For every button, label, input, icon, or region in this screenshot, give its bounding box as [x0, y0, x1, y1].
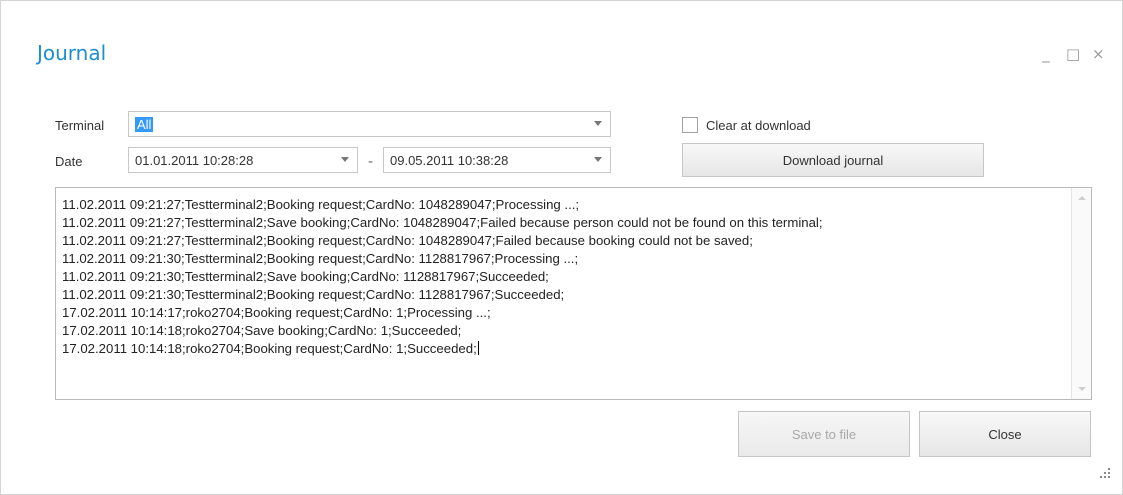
- window-controls: _ □ ×: [1040, 45, 1104, 63]
- window-title: Journal: [37, 41, 107, 65]
- log-line: 17.02.2011 10:14:18;roko2704;Save bookin…: [62, 323, 462, 338]
- text-caret: [477, 341, 479, 355]
- clear-at-download-label: Clear at download: [706, 118, 811, 133]
- minimize-icon[interactable]: _: [1040, 45, 1052, 63]
- save-to-file-label: Save to file: [791, 426, 857, 442]
- log-line: 11.02.2011 09:21:30;Testterminal2;Bookin…: [62, 287, 565, 302]
- journal-log-content: 11.02.2011 09:21:27;Testterminal2;Bookin…: [62, 196, 823, 358]
- log-line: 11.02.2011 09:21:30;Testterminal2;Bookin…: [62, 251, 579, 266]
- terminal-selected-value: All: [135, 117, 154, 132]
- close-button[interactable]: Close: [919, 411, 1091, 457]
- log-line: 17.02.2011 10:14:17;roko2704;Booking req…: [62, 305, 491, 320]
- date-to-value: 09.05.2011 10:38:28: [390, 153, 509, 168]
- scroll-up-icon[interactable]: [1078, 196, 1086, 200]
- chevron-down-icon[interactable]: [594, 121, 602, 126]
- resize-grip-icon[interactable]: [1098, 468, 1110, 480]
- chevron-down-icon[interactable]: [341, 157, 349, 162]
- terminal-select[interactable]: All: [128, 111, 611, 137]
- download-journal-button[interactable]: Download journal: [682, 143, 984, 177]
- close-icon[interactable]: ×: [1092, 45, 1105, 63]
- log-line: 17.02.2011 10:14:18;roko2704;Booking req…: [62, 341, 479, 356]
- clear-at-download-checkbox[interactable]: [682, 117, 698, 133]
- save-to-file-button[interactable]: Save to file: [738, 411, 910, 457]
- log-line: 11.02.2011 09:21:27;Testterminal2;Save b…: [62, 215, 823, 230]
- vertical-scrollbar[interactable]: [1071, 188, 1091, 399]
- journal-window: Journal _ □ × Terminal All Date 01.01.20…: [0, 0, 1123, 495]
- terminal-label: Terminal: [55, 118, 105, 133]
- chevron-down-icon[interactable]: [594, 157, 602, 162]
- download-journal-label: Download journal: [782, 152, 884, 168]
- date-label: Date: [55, 154, 83, 169]
- log-line: 11.02.2011 09:21:27;Testterminal2;Bookin…: [62, 233, 753, 248]
- maximize-icon[interactable]: □: [1066, 45, 1080, 63]
- close-label: Close: [988, 426, 1022, 442]
- date-from-value: 01.01.2011 10:28:28: [135, 153, 254, 168]
- date-from-picker[interactable]: 01.01.2011 10:28:28: [128, 147, 358, 173]
- journal-log-textarea[interactable]: 11.02.2011 09:21:27;Testterminal2;Bookin…: [55, 187, 1092, 400]
- log-line: 11.02.2011 09:21:27;Testterminal2;Bookin…: [62, 197, 580, 212]
- log-line: 11.02.2011 09:21:30;Testterminal2;Save b…: [62, 269, 549, 284]
- date-range-separator: -: [368, 154, 374, 170]
- scroll-down-icon[interactable]: [1078, 387, 1086, 391]
- date-to-picker[interactable]: 09.05.2011 10:38:28: [383, 147, 611, 173]
